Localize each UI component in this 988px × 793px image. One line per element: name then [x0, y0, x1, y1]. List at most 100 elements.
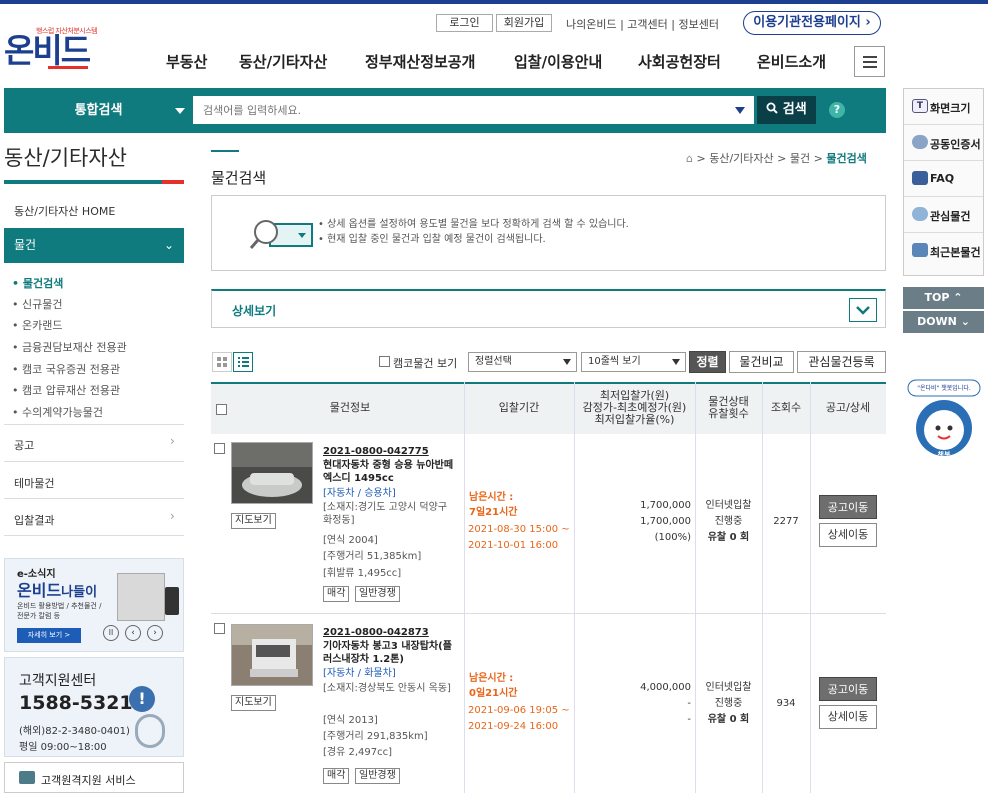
item-year: [연식 2013]	[323, 715, 378, 726]
detail-search-toggle[interactable]: 상세보기	[211, 289, 886, 328]
quick-certificate[interactable]: 공동인증서	[904, 125, 983, 161]
camco-label: 캠코물건 보기	[393, 357, 458, 370]
partner-page-label: 이용기관전용페이지	[753, 15, 861, 30]
nav-gov-property[interactable]: 정부재산정보공개	[365, 51, 475, 72]
sidebar-title-accent	[162, 180, 184, 184]
search-input[interactable]	[193, 96, 754, 124]
search-category-select[interactable]: 통합검색	[4, 88, 193, 133]
shield-icon	[912, 135, 928, 149]
recent-icon	[912, 243, 928, 257]
quick-label: 공동인증서	[930, 138, 981, 151]
map-button[interactable]: 지도보기	[231, 695, 276, 711]
nav-real-estate[interactable]: 부동산	[166, 51, 207, 72]
detail-button[interactable]: 상세이동	[819, 523, 877, 547]
item-number[interactable]: 2021-0800-042873	[323, 626, 429, 639]
camco-checkbox[interactable]	[379, 356, 390, 367]
cs-phone: 1588-5321	[19, 692, 133, 714]
logo[interactable]: 온비드	[4, 32, 91, 70]
customer-center: 고객지원센터 1588-5321 (해외)82-2-3480-0401) 평일 …	[4, 657, 184, 757]
sidebar-sub-item[interactable]: • 금융권담보재산 전용관	[12, 339, 127, 355]
sidebar-item-goods[interactable]: 물건 ⌄	[4, 228, 184, 263]
map-button[interactable]: 지도보기	[231, 513, 276, 529]
compare-button[interactable]: 물건비교	[729, 351, 794, 373]
sidebar-item-bid-results[interactable]: 입찰결과	[14, 512, 54, 528]
nav-about[interactable]: 온비드소개	[757, 51, 826, 72]
per-page-select[interactable]: 10줄씩 보기	[581, 352, 686, 372]
alert-icon: !	[129, 686, 155, 712]
item-title[interactable]: 현대자동차 중형 승용 뉴아반떼엑스디 1495cc	[323, 459, 458, 485]
breadcrumb-item[interactable]: 물건	[790, 152, 810, 165]
item-title[interactable]: 기아자동차 봉고3 내장탑차(플러스내장차 1.2톤)	[323, 640, 458, 666]
breadcrumb-item[interactable]: 동산/기타자산	[709, 152, 773, 165]
quick-favorites[interactable]: 관심물건	[904, 197, 983, 233]
help-icon[interactable]: ?	[829, 102, 845, 118]
header-period: 입찰기간	[498, 401, 540, 414]
remain-label: 남은시간 :	[469, 673, 514, 684]
caret-down-icon[interactable]	[735, 107, 745, 114]
remote-label: 고객원격지원 서비스	[41, 774, 136, 787]
promo-title-suffix: 나들이	[61, 585, 98, 600]
sidebar-item-notice[interactable]: 공고	[14, 437, 34, 453]
util-links[interactable]: 나의온비드 | 고객센터 | 정보센터	[566, 16, 719, 32]
newsletter-banner[interactable]: e-소식지 온비드나들이 온비드 활용방법 / 추천물건 / 전문가 칼럼 등 …	[4, 558, 184, 652]
divider	[4, 498, 184, 499]
item-fuel: [경유 2,497cc]	[323, 747, 393, 758]
caret-down-icon	[563, 359, 571, 365]
sidebar-sub-item[interactable]: • 캠코 압류재산 전용관	[12, 382, 120, 398]
home-icon[interactable]: ⌂	[686, 152, 693, 165]
scroll-top-button[interactable]: TOP ⌃	[903, 287, 984, 309]
pause-icon[interactable]: ll	[103, 625, 119, 641]
quick-recent[interactable]: 최근본물건	[904, 233, 983, 269]
remote-support-link[interactable]: 고객원격지원 서비스	[4, 762, 184, 793]
list-view-icon[interactable]	[233, 352, 253, 372]
sidebar-sub-item[interactable]: • 수의계약가능물건	[12, 404, 103, 420]
item-photo[interactable]	[231, 624, 313, 686]
notice-button[interactable]: 공고이동	[819, 495, 877, 519]
item-location: [소재지:경기도 고양시 덕양구 화정동]	[323, 502, 448, 526]
row-checkbox[interactable]	[214, 443, 225, 454]
quick-screen-size[interactable]: T 화면크기	[904, 89, 983, 125]
nav-bid-guide[interactable]: 입찰/이용안내	[514, 51, 602, 72]
nav-movable-assets[interactable]: 동산/기타자산	[239, 51, 327, 72]
nav-social-market[interactable]: 사회공헌장터	[638, 51, 721, 72]
promo-desc: 온비드 활용방법 / 추천물건 / 전문가 칼럼 등	[17, 602, 102, 620]
add-favorite-button[interactable]: 관심물건등록	[797, 351, 886, 373]
prev-icon[interactable]: ‹	[125, 625, 141, 641]
quick-label: 관심물건	[930, 210, 971, 223]
notice-button[interactable]: 공고이동	[819, 677, 877, 701]
quick-faq[interactable]: FAQ	[904, 161, 983, 197]
magnifier-icon	[249, 220, 313, 249]
sidebar-sub-item[interactable]: • 캠코 국유증권 전용관	[12, 361, 120, 377]
detail-button[interactable]: 상세이동	[819, 705, 877, 729]
sidebar-item-theme[interactable]: 테마물건	[14, 475, 54, 491]
promo-more-button[interactable]: 자세히 보기 >	[17, 628, 81, 643]
sidebar-sub-item[interactable]: • 물건검색	[12, 275, 63, 291]
join-button[interactable]: 회원가입	[496, 14, 552, 32]
book-icon	[912, 171, 928, 185]
chatbot-caption: 챗봇	[937, 451, 951, 459]
down-label: DOWN	[917, 315, 957, 328]
row-checkbox[interactable]	[214, 623, 225, 634]
item-number[interactable]: 2021-0800-042775	[323, 445, 429, 458]
item-photo[interactable]	[231, 442, 313, 504]
item-location: [소재지:경상북도 안동시 옥동]	[323, 683, 451, 694]
tag-general: 일반경쟁	[355, 768, 400, 784]
search-button[interactable]: 검색	[757, 96, 816, 124]
menu-icon[interactable]	[854, 46, 885, 77]
sidebar-home-link[interactable]: 동산/기타자산 HOME	[14, 203, 115, 219]
divider	[4, 461, 184, 462]
chevron-down-icon[interactable]	[849, 298, 877, 322]
partner-page-button[interactable]: 이용기관전용페이지 ›	[743, 11, 881, 35]
scroll-down-button[interactable]: DOWN ⌄	[903, 311, 984, 333]
login-button[interactable]: 로그인	[436, 14, 493, 32]
min-price: 4,000,000	[640, 682, 691, 693]
chatbot-icon[interactable]: "온다비" 챗봇입니다. 챗봇	[906, 378, 982, 464]
sort-button[interactable]: 정렬	[689, 351, 726, 373]
select-all-checkbox[interactable]	[216, 404, 227, 415]
sidebar-sub-item[interactable]: • 신규물건	[12, 296, 62, 312]
grid-view-icon[interactable]	[212, 352, 232, 372]
top-border	[0, 0, 988, 4]
sort-select[interactable]: 정렬선택	[468, 352, 577, 372]
sidebar-sub-item[interactable]: • 온카랜드	[12, 317, 62, 333]
next-icon[interactable]: ›	[147, 625, 163, 641]
